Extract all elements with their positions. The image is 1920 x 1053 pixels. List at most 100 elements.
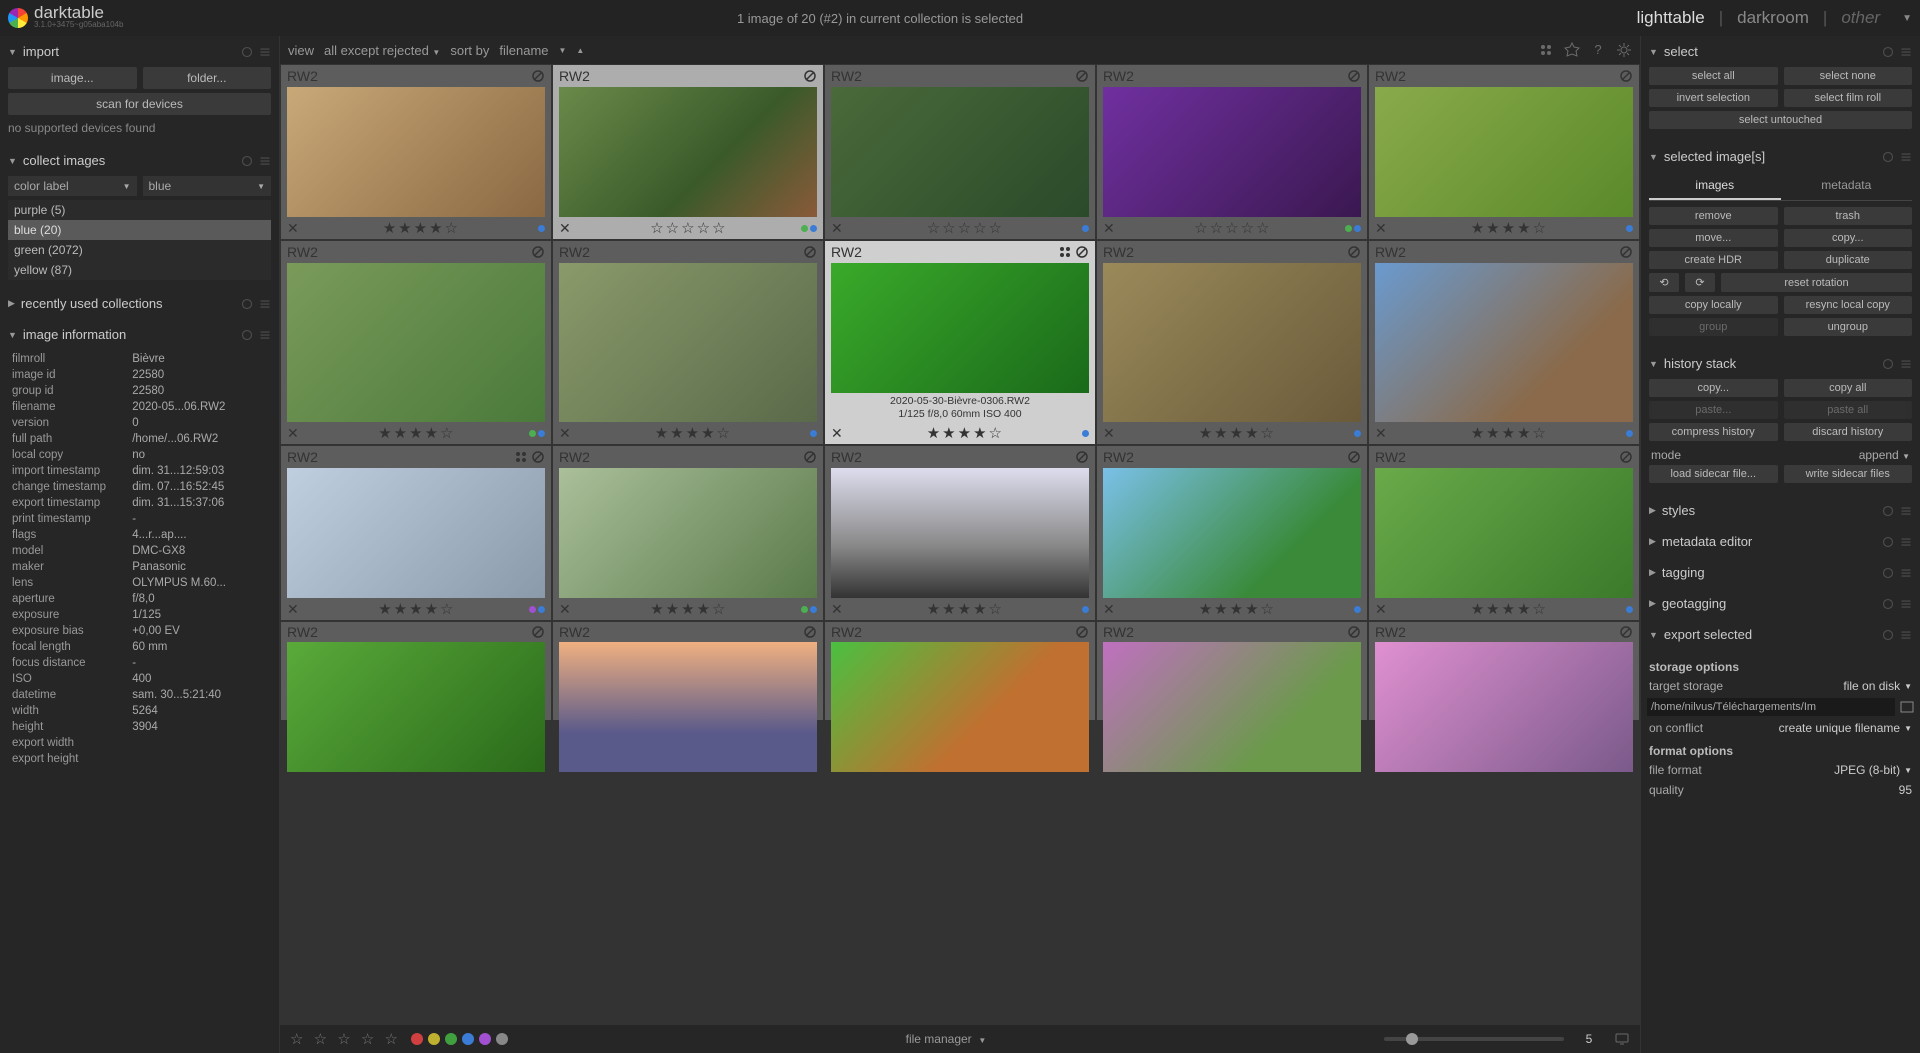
reset-icon[interactable] (241, 329, 253, 341)
module-header-collect[interactable]: ▼ collect images (6, 149, 273, 172)
thumbnail[interactable]: RW2 ✕★★★★☆ (1096, 445, 1368, 621)
reject-icon[interactable]: ✕ (831, 220, 843, 237)
thumbnail[interactable]: RW2 ✕★★★★☆ (280, 240, 552, 445)
action-button[interactable]: resync local copy (1784, 296, 1913, 314)
reset-icon[interactable] (1882, 629, 1894, 641)
module-header[interactable]: ▶tagging (1647, 561, 1914, 584)
thumbnail[interactable]: RW2 ✕★★★★☆ (1368, 64, 1640, 240)
color-filter-dot[interactable] (496, 1033, 508, 1045)
history-mode-select[interactable]: append ▼ (1859, 448, 1910, 462)
tab-metadata[interactable]: metadata (1781, 172, 1913, 200)
presets-icon[interactable] (1900, 598, 1912, 610)
thumb-rating[interactable]: ☆☆☆☆☆ (1123, 219, 1343, 237)
action-button[interactable]: copy locally (1649, 296, 1778, 314)
module-header-history[interactable]: ▼ history stack (1647, 352, 1914, 375)
presets-icon[interactable] (1900, 505, 1912, 517)
filter-select[interactable]: all except rejected ▼ (324, 43, 440, 58)
scan-devices-button[interactable]: scan for devices (8, 93, 271, 115)
action-button[interactable]: paste... (1649, 401, 1778, 419)
thumbnail[interactable]: RW2 (1096, 621, 1368, 721)
action-button[interactable]: write sidecar files (1784, 465, 1913, 483)
thumb-rating[interactable]: ★★★★☆ (851, 424, 1080, 442)
action-button[interactable]: select none (1784, 67, 1913, 85)
thumb-rating[interactable]: ☆☆☆☆☆ (851, 219, 1080, 237)
thumbnail[interactable]: RW2 ✕★★★★☆ (1096, 240, 1368, 445)
thumb-size-slider[interactable] (1384, 1037, 1564, 1041)
reset-icon[interactable] (1882, 151, 1894, 163)
thumb-rating[interactable]: ★★★★☆ (307, 600, 527, 618)
color-filter-dot[interactable] (445, 1033, 457, 1045)
presets-icon[interactable] (1900, 358, 1912, 370)
reject-icon[interactable]: ✕ (1103, 601, 1115, 618)
module-header[interactable]: ▼export selected (1647, 623, 1914, 646)
target-storage-select[interactable]: file on disk▼ (1843, 679, 1912, 693)
presets-icon[interactable] (259, 329, 271, 341)
action-button[interactable]: select film roll (1784, 89, 1913, 107)
presets-icon[interactable] (259, 298, 271, 310)
action-button[interactable]: copy... (1784, 229, 1913, 247)
presets-icon[interactable] (1900, 151, 1912, 163)
collect-value-select[interactable]: blue▼ (143, 176, 272, 196)
action-button[interactable]: discard history (1784, 423, 1913, 441)
rotate-button[interactable]: ⟲ (1649, 273, 1679, 292)
reject-icon[interactable]: ✕ (831, 601, 843, 618)
reset-icon[interactable] (1882, 567, 1894, 579)
module-header-recent[interactable]: ▶ recently used collections (6, 292, 273, 315)
mode-other[interactable]: other (1841, 8, 1880, 28)
action-button[interactable]: select all (1649, 67, 1778, 85)
thumbnail[interactable]: RW2 ✕★★★★☆ (280, 64, 552, 240)
presets-icon[interactable] (1900, 536, 1912, 548)
mode-lighttable[interactable]: lighttable (1637, 8, 1705, 28)
rotate-button[interactable]: ⟳ (1685, 273, 1715, 292)
thumb-rating[interactable]: ★★★★☆ (1395, 219, 1624, 237)
thumb-rating[interactable]: ★★★★☆ (1123, 600, 1352, 618)
thumb-rating[interactable]: ★★★★☆ (851, 600, 1080, 618)
reset-icon[interactable] (241, 298, 253, 310)
star-icon[interactable] (1564, 42, 1580, 58)
reset-icon[interactable] (1882, 46, 1894, 58)
thumb-rating[interactable]: ★★★★☆ (307, 219, 536, 237)
color-filter-dot[interactable] (462, 1033, 474, 1045)
thumbnail[interactable]: RW2 (280, 621, 552, 721)
rating-filter-stars[interactable]: ☆ ☆ ☆ ☆ ☆ (290, 1030, 401, 1048)
reset-rotation-button[interactable]: reset rotation (1721, 273, 1912, 292)
layout-select[interactable]: file manager ▼ (906, 1032, 987, 1046)
collect-item[interactable]: purple (5) (8, 200, 271, 220)
mode-darkroom[interactable]: darkroom (1737, 8, 1809, 28)
collect-item[interactable]: yellow (87) (8, 260, 271, 280)
gear-icon[interactable] (1616, 42, 1632, 58)
module-header[interactable]: ▶metadata editor (1647, 530, 1914, 553)
action-button[interactable]: duplicate (1784, 251, 1913, 269)
action-button[interactable]: compress history (1649, 423, 1778, 441)
presets-icon[interactable] (259, 46, 271, 58)
thumbnail[interactable]: RW2 2020-05-30-Bièvre-0306.RW21/125 f/8,… (824, 240, 1096, 445)
sort-direction-icon[interactable]: ▲ (576, 46, 584, 55)
file-format-select[interactable]: JPEG (8-bit)▼ (1834, 763, 1912, 777)
quality-value[interactable]: 95 (1899, 783, 1912, 797)
reset-icon[interactable] (1882, 505, 1894, 517)
reset-icon[interactable] (1882, 536, 1894, 548)
presets-icon[interactable] (259, 155, 271, 167)
action-button[interactable]: move... (1649, 229, 1778, 247)
thumb-rating[interactable]: ★★★★☆ (579, 424, 808, 442)
action-button[interactable]: remove (1649, 207, 1778, 225)
thumbnail[interactable]: RW2 ✕★★★★☆ (824, 445, 1096, 621)
thumbnail[interactable]: RW2 ✕★★★★☆ (552, 445, 824, 621)
sortfield-select[interactable]: filename (499, 43, 548, 58)
thumbnail[interactable]: RW2 (552, 621, 824, 721)
reset-icon[interactable] (1882, 358, 1894, 370)
thumbnail[interactable]: RW2 ✕☆☆☆☆☆ (824, 64, 1096, 240)
reject-icon[interactable]: ✕ (1375, 425, 1387, 442)
presets-icon[interactable] (1900, 46, 1912, 58)
presets-icon[interactable] (1900, 629, 1912, 641)
action-button[interactable]: create HDR (1649, 251, 1778, 269)
action-button[interactable]: copy all (1784, 379, 1913, 397)
action-button[interactable]: trash (1784, 207, 1913, 225)
thumbnail[interactable]: RW2 ✕★★★★☆ (280, 445, 552, 621)
color-filter-dot[interactable] (411, 1033, 423, 1045)
module-header-select[interactable]: ▼ select (1647, 40, 1914, 63)
reset-icon[interactable] (1882, 598, 1894, 610)
reject-icon[interactable]: ✕ (1375, 220, 1387, 237)
action-button[interactable]: group (1649, 318, 1778, 336)
display-icon[interactable] (1614, 1031, 1630, 1047)
